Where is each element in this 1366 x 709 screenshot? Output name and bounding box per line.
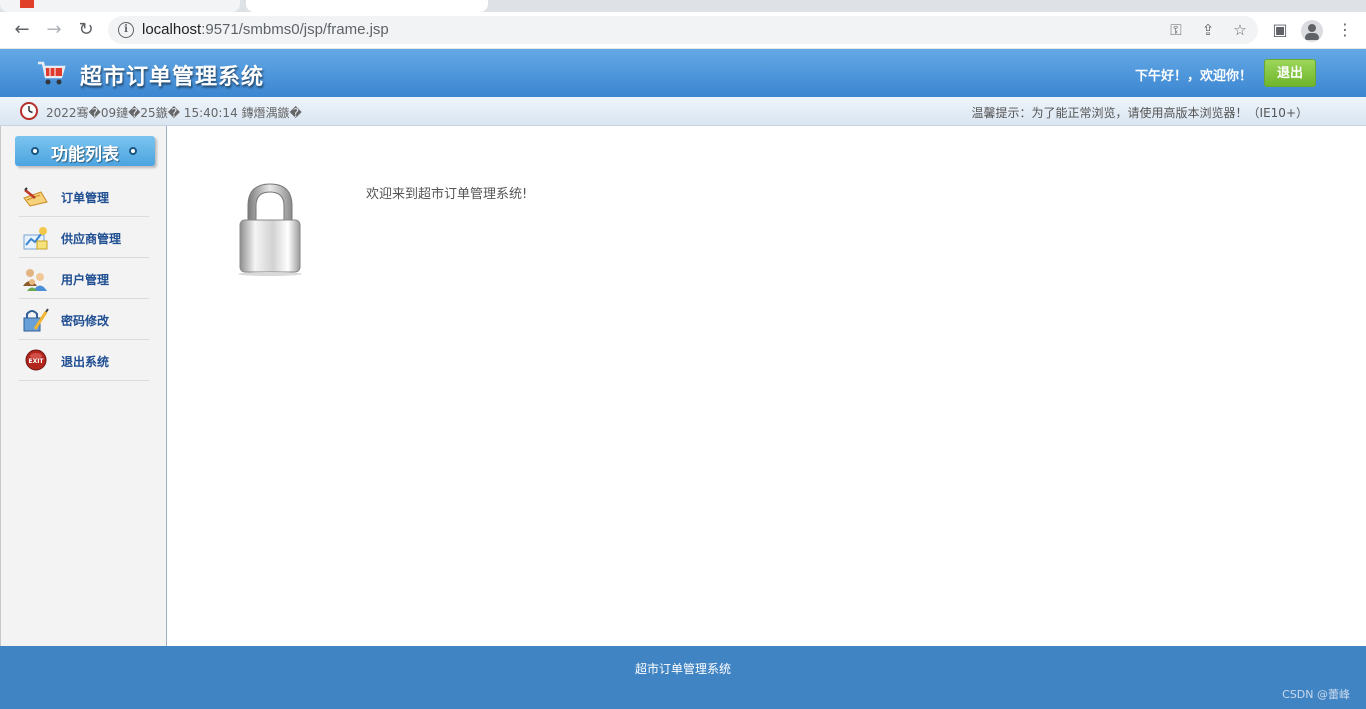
browser-toolbar: ← → ↻ i localhost:9571/smbms0/jsp/frame.… [0,12,1366,49]
logout-button[interactable]: 退出 [1264,59,1316,87]
sidebar-menu: 订单管理 供应商管理 用户管理 密码修改 EXIT 退出系统 [19,176,149,381]
current-time: 2022骞�09鏈�25鏃� 15:40:14 鏄熸湡鏃� [46,106,302,120]
app-title: 超市订单管理系统 [80,65,265,90]
url-text: localhost:9571/smbms0/jsp/frame.jsp [142,21,389,38]
exit-icon: EXIT [25,349,47,371]
browser-tab-active[interactable] [246,0,488,12]
clock-icon [20,102,38,120]
app-header: 超市订单管理系统 下午好！，欢迎你！ 退出 [0,49,1366,97]
greeting-text: 下午好！，欢迎你！ [1134,69,1252,84]
lock-icon [238,183,302,276]
function-list-title: 功能列表 [15,136,155,166]
sidebar-item-orders[interactable]: 订单管理 [19,176,149,217]
forward-icon[interactable]: → [42,18,66,42]
sidebar-item-users[interactable]: 用户管理 [19,258,149,299]
url-host: localhost [142,21,202,38]
sidebar-item-label: 退出系统 [61,355,110,369]
browser-tab-strip [0,0,1366,12]
reload-icon[interactable]: ↻ [74,18,98,42]
sidebar-item-label: 订单管理 [61,191,110,205]
sidebar-item-label: 用户管理 [61,273,110,287]
side-panel-icon[interactable]: ▣ [1270,20,1290,40]
shopping-cart-icon [38,61,66,85]
back-icon[interactable]: ← [10,18,34,42]
sidebar-item-exit[interactable]: EXIT 退出系统 [19,340,149,381]
more-menu-icon[interactable]: ⋮ [1335,20,1355,40]
sidebar-item-label: 密码修改 [61,314,110,328]
address-bar[interactable]: i localhost:9571/smbms0/jsp/frame.jsp ⚿ … [108,16,1258,44]
tab-favicon-icon [20,0,34,8]
watermark-text: CSDN @蕾峰 [1282,688,1350,701]
info-bar: 2022骞�09鏈�25鏃� 15:40:14 鏄熸湡鏃� 温馨提示：为了能正常… [0,97,1366,126]
site-info-icon[interactable]: i [118,22,134,38]
sidebar-item-password[interactable]: 密码修改 [19,299,149,340]
profile-avatar-icon[interactable] [1301,20,1323,42]
supplier-icon [23,227,48,250]
svg-text:EXIT: EXIT [28,358,44,365]
browser-tip: 温馨提示：为了能正常浏览，请使用高版本浏览器！（IE10+） [971,106,1308,120]
share-icon[interactable]: ⇪ [1198,20,1218,40]
sidebar: 功能列表 订单管理 供应商管理 用户管理 密码修改 EXIT 退出系统 [0,126,167,646]
bullet-icon [129,147,137,155]
browser-tab[interactable] [0,0,240,12]
order-icon [23,187,48,207]
sidebar-item-suppliers[interactable]: 供应商管理 [19,217,149,258]
url-path: :9571/smbms0/jsp/frame.jsp [201,21,389,38]
key-icon[interactable]: ⚿ [1166,20,1186,40]
password-icon [23,308,49,332]
welcome-message: 欢迎来到超市订单管理系统! [366,187,528,202]
bookmark-star-icon[interactable]: ☆ [1230,20,1250,40]
users-icon [23,269,47,291]
footer-text: 超市订单管理系统 [634,662,731,676]
sidebar-item-label: 供应商管理 [61,232,122,246]
footer: 超市订单管理系统 CSDN @蕾峰 [0,646,1366,709]
